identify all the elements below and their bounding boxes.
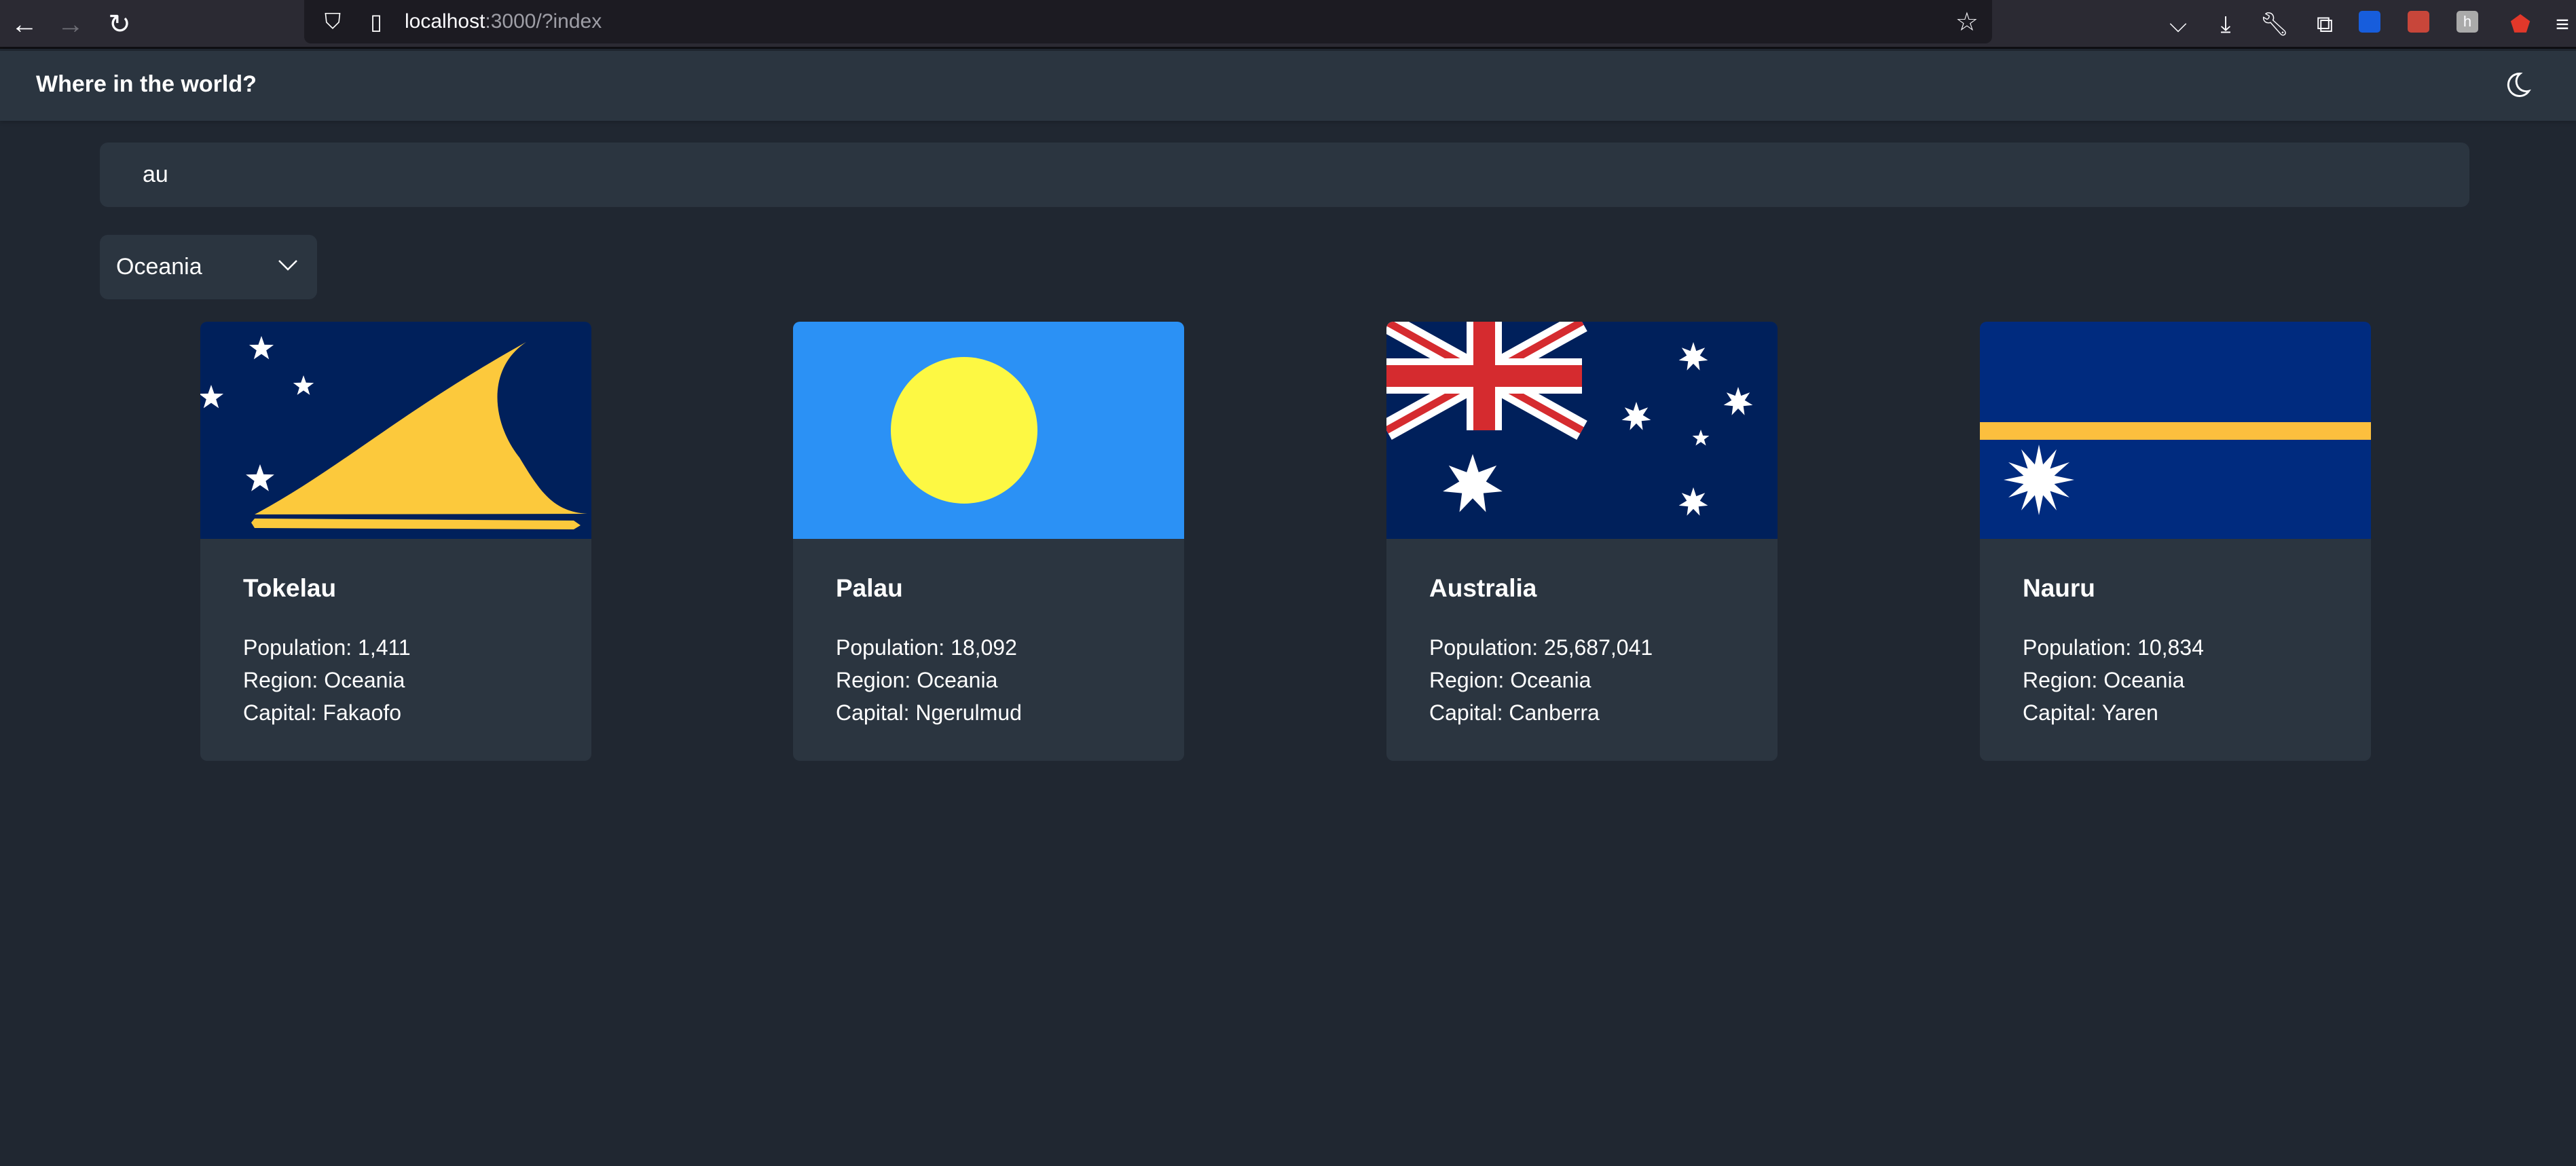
url-host: localhost <box>405 10 485 33</box>
pocket-icon[interactable]: ⌵ <box>2163 10 2193 39</box>
page-icon[interactable]: ▯ <box>361 7 391 37</box>
country-info: Population: 18,092 Region: Oceania Capit… <box>836 631 1022 729</box>
shield-icon[interactable]: ⛉ <box>318 7 348 37</box>
flag-nauru <box>1980 322 2371 539</box>
download-icon[interactable]: ⤓ <box>2211 10 2241 39</box>
address-bar[interactable]: ⛉ ▯ localhost:3000/?index ☆ <box>304 0 1992 43</box>
capital-value: Fakaofo <box>323 700 402 725</box>
extensions-icon[interactable]: ⧉ <box>2310 10 2340 39</box>
population-value: 18,092 <box>951 635 1017 660</box>
population-label: Population: <box>836 635 945 660</box>
capital-value: Ngerulmud <box>915 700 1022 725</box>
region-label: Region: <box>1429 668 1505 692</box>
reload-icon[interactable]: ↻ <box>105 10 134 39</box>
country-info: Population: 25,687,041 Region: Oceania C… <box>1429 631 1653 729</box>
bookmark-star-icon[interactable]: ☆ <box>1955 7 1979 37</box>
app-title: Where in the world? <box>36 71 257 97</box>
capital-value: Canberra <box>1509 700 1600 725</box>
wrench-icon[interactable]: 🔧︎ <box>2260 10 2289 39</box>
url-path: :3000/?index <box>485 10 602 33</box>
region-filter-select[interactable]: Oceania <box>100 235 317 299</box>
app-header: Where in the world? <box>0 51 2576 121</box>
region-label: Region: <box>243 668 318 692</box>
country-card-nauru[interactable]: Nauru Population: 10,834 Region: Oceania… <box>1980 322 2371 761</box>
population-value: 10,834 <box>2137 635 2204 660</box>
country-card-tokelau[interactable]: Tokelau Population: 1,411 Region: Oceani… <box>200 322 591 761</box>
region-value: Oceania <box>1510 668 1591 692</box>
capital-label: Capital: <box>836 700 910 725</box>
region-value: Oceania <box>917 668 998 692</box>
capital-label: Capital: <box>1429 700 1503 725</box>
region-label: Region: <box>836 668 911 692</box>
region-value: Oceania <box>2103 668 2185 692</box>
population-label: Population: <box>1429 635 1539 660</box>
country-info: Population: 10,834 Region: Oceania Capit… <box>2023 631 2204 729</box>
population-value: 1,411 <box>358 635 411 660</box>
honey-icon[interactable]: h <box>2457 11 2478 33</box>
country-name[interactable]: Tokelau <box>243 574 336 603</box>
capital-label: Capital: <box>243 700 317 725</box>
react-devtools-icon[interactable] <box>2408 11 2429 33</box>
capital-label: Capital: <box>2023 700 2097 725</box>
capital-value: Yaren <box>2101 700 2158 725</box>
population-label: Population: <box>2023 635 2132 660</box>
flag-tokelau <box>200 322 591 539</box>
browser-toolbar: ← → ↻ ⛉ ▯ localhost:3000/?index ☆ ⌵ ⤓ 🔧︎… <box>0 0 2576 49</box>
flag-australia <box>1386 322 1778 539</box>
bitwarden-icon[interactable] <box>2359 11 2380 33</box>
chevron-down-icon <box>278 260 297 271</box>
country-name[interactable]: Australia <box>1429 574 1537 603</box>
country-name[interactable]: Nauru <box>2023 574 2095 603</box>
search-input[interactable] <box>100 143 2469 207</box>
country-card-australia[interactable]: Australia Population: 25,687,041 Region:… <box>1386 322 1778 761</box>
back-icon[interactable]: ← <box>10 10 39 39</box>
moon-icon[interactable] <box>2503 70 2533 100</box>
flag-palau <box>793 322 1184 539</box>
country-info: Population: 1,411 Region: Oceania Capita… <box>243 631 411 729</box>
region-value: Oceania <box>324 668 405 692</box>
region-filter-value: Oceania <box>116 254 202 280</box>
menu-icon[interactable]: ≡ <box>2547 10 2576 39</box>
population-value: 25,687,041 <box>1544 635 1653 660</box>
privacy-badger-icon[interactable]: ⬟ <box>2505 10 2535 39</box>
region-label: Region: <box>2023 668 2098 692</box>
forward-icon[interactable]: → <box>56 10 86 39</box>
country-card-palau[interactable]: Palau Population: 18,092 Region: Oceania… <box>793 322 1184 761</box>
population-label: Population: <box>243 635 352 660</box>
url-text[interactable]: localhost:3000/?index <box>405 10 602 33</box>
country-name[interactable]: Palau <box>836 574 903 603</box>
